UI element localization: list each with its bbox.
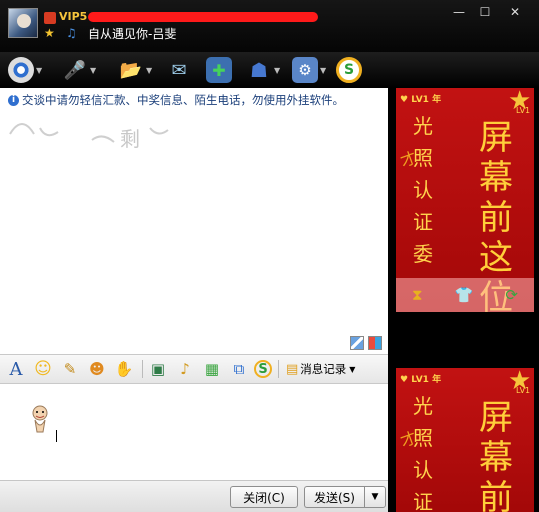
send-button[interactable]: 发送(S)	[304, 486, 364, 508]
add-button[interactable]: ✚	[206, 56, 232, 84]
video-button[interactable]: ▼	[8, 56, 42, 84]
corner-tools	[350, 336, 382, 350]
vip-badge: VIP5	[59, 10, 88, 23]
cartoon-emoji-icon	[32, 405, 48, 433]
gift-icon[interactable]: ▦	[200, 358, 224, 380]
add-icon: ✚	[206, 57, 232, 83]
action-bar: 关闭(C) 发送(S) ▼	[0, 480, 388, 512]
user-card-button[interactable]: ☗ ▼	[246, 56, 280, 84]
app-icon: ⚙	[292, 57, 318, 83]
warning-text: 交谈中请勿轻信汇款、中奖信息、陌生电话，勿使用外挂软件。	[22, 93, 344, 107]
level-right-text: LV1	[516, 106, 531, 115]
watermark-text: 剩	[120, 127, 140, 151]
soso-button[interactable]: S	[336, 56, 362, 84]
banner-text-left: 光照认证	[413, 394, 433, 512]
message-history-button[interactable]: ▤ 消息记录 ▼	[286, 361, 355, 377]
history-icon: ▤	[286, 361, 299, 377]
show-banner-secondary[interactable]: ♥ LV1 年 ★ LV1 才 光照认证 屏幕前	[396, 368, 534, 512]
level-text: ♥ LV1 年	[400, 375, 442, 385]
voice-button[interactable]: 🎤 ▼	[62, 56, 96, 84]
security-warning: i 交谈中请勿轻信汇款、中奖信息、陌生电话，勿使用外挂软件。	[8, 92, 344, 108]
image-icon[interactable]: ▣	[146, 358, 170, 380]
message-input[interactable]	[0, 384, 388, 480]
music-icon[interactable]: ♫	[66, 26, 77, 40]
soso-icon: S	[336, 57, 362, 83]
avatar[interactable]	[8, 8, 38, 38]
chevron-down-icon: ▼	[349, 364, 356, 374]
history-label: 消息记录	[300, 362, 347, 376]
video-icon	[8, 57, 34, 83]
email-icon: ✉	[171, 59, 187, 81]
divider	[278, 360, 279, 378]
text-caret	[56, 430, 57, 442]
maximize-button[interactable]: ☐	[474, 4, 496, 20]
expand-icon[interactable]	[350, 336, 364, 350]
chevron-down-icon: ▼	[320, 65, 327, 75]
emoji-icon[interactable]: ☺	[31, 358, 55, 380]
soso-small-icon[interactable]: S	[254, 360, 272, 378]
banner-text-right: 屏幕前	[479, 398, 513, 512]
user-card-icon: ☗	[250, 58, 268, 82]
level-badge-icon	[44, 12, 56, 24]
banner-action-strip: ⧗ 👕 ⟳	[396, 278, 534, 312]
magic-emoji-icon[interactable]: ✎	[58, 358, 82, 380]
hourglass-icon[interactable]: ⧗	[412, 286, 423, 304]
chat-toolbar: ▼ 🎤 ▼ 📂 ▼ ✉ ✚ ☗ ▼ ⚙ ▼ S	[0, 52, 539, 88]
chevron-down-icon: ▼	[146, 65, 153, 75]
file-transfer-icon: 📂	[119, 59, 143, 81]
chevron-down-icon: ▼	[36, 65, 43, 75]
banner-text-left: 光照认证委	[413, 114, 433, 266]
app-button[interactable]: ⚙ ▼	[292, 56, 326, 84]
shirt-icon[interactable]: 👕	[455, 286, 474, 304]
voice-icon: 🎤	[63, 59, 87, 81]
format-toolbar: A ☺ ✎ ☻ ✋ ▣ ♪ ▦ ⧉ S ▤ 消息记录 ▼	[0, 354, 388, 384]
hand-icon[interactable]: ✋	[112, 358, 136, 380]
chevron-down-icon: ▼	[274, 65, 281, 75]
music-share-icon[interactable]: ♪	[173, 358, 197, 380]
contact-name-redacted	[88, 12, 318, 22]
refresh-icon[interactable]: ⟳	[505, 286, 518, 304]
contact-signature: 自从遇见你-吕斐	[88, 27, 177, 41]
send-options-dropdown[interactable]: ▼	[364, 486, 386, 508]
close-button[interactable]: 关闭(C)	[230, 486, 298, 508]
level-text: ♥ LV1 年	[400, 95, 442, 105]
minimize-button[interactable]: —	[448, 4, 470, 20]
close-window-button[interactable]: ✕	[500, 4, 530, 20]
chat-history-area[interactable]: 剩 i 交谈中请勿轻信汇款、中奖信息、陌生电话，勿使用外挂软件。	[0, 88, 388, 354]
title-bar: VIP5 ★ ♫ 自从遇见你-吕斐 — ☐ ✕	[0, 0, 539, 52]
vibrate-icon[interactable]: ☻	[85, 358, 109, 380]
divider	[142, 360, 143, 378]
level-right-text: LV1	[516, 386, 531, 395]
file-transfer-button[interactable]: 📂 ▼	[118, 56, 152, 84]
screenshot-icon[interactable]: ⧉	[227, 358, 251, 380]
font-icon[interactable]: A	[4, 358, 28, 380]
star-icon: ★	[44, 26, 55, 40]
email-button[interactable]: ✉	[166, 56, 192, 84]
theme-icon[interactable]	[368, 336, 382, 350]
show-banner[interactable]: ♥ LV1 年 ★ LV1 才 光照认证委 屏幕前这位 ⧗ 👕 ⟳	[396, 88, 534, 312]
chevron-down-icon: ▼	[90, 65, 97, 75]
info-icon: i	[8, 94, 19, 106]
